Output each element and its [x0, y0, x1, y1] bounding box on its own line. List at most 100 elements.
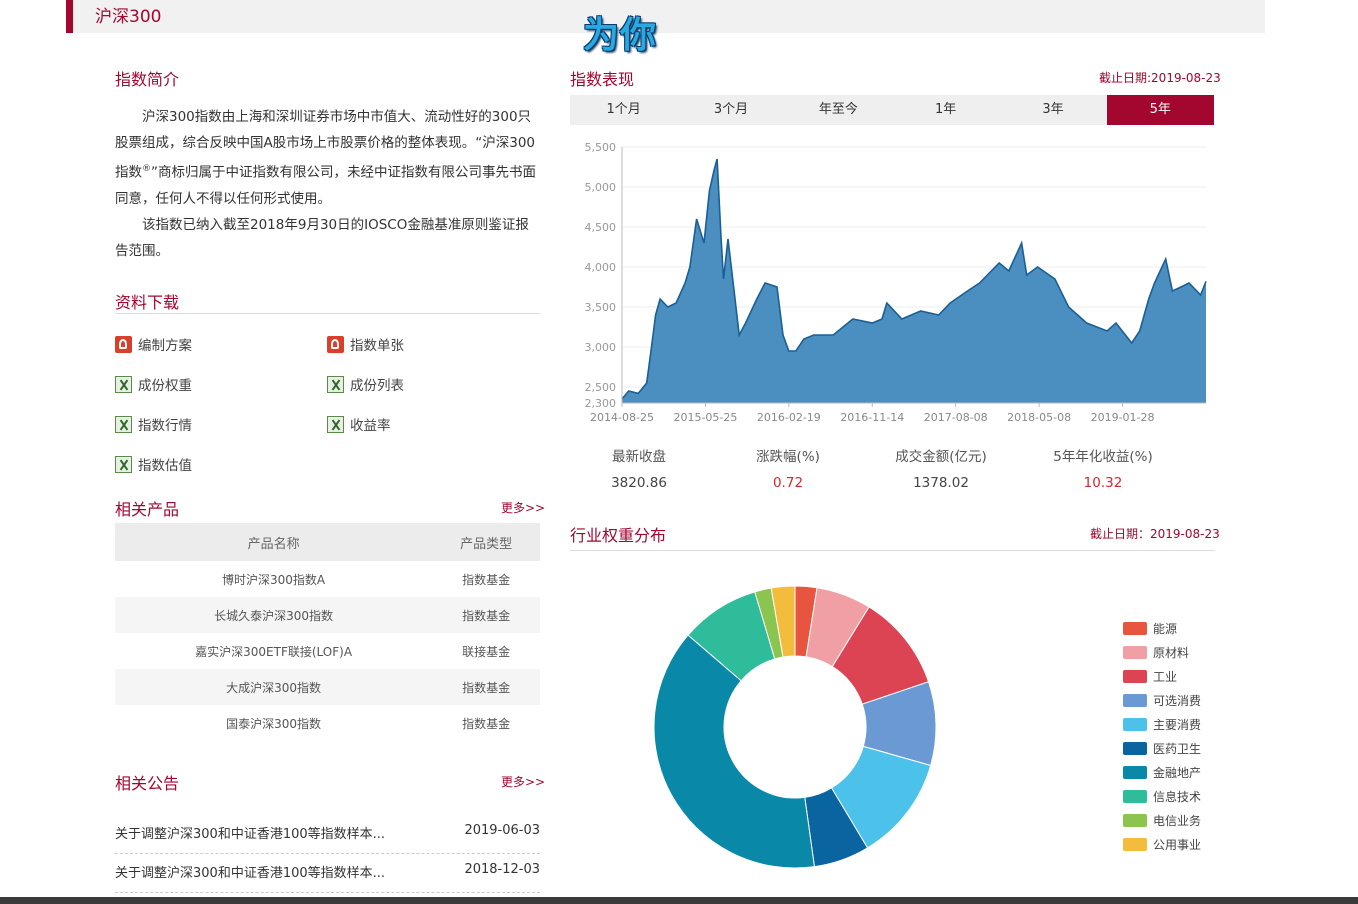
y-tick-label: 2,500: [585, 381, 617, 394]
legend-swatch: [1123, 741, 1147, 755]
announcement-title[interactable]: 关于调整沪深300和中证香港100等指数样本...: [115, 823, 385, 842]
x-tick-label: 2017-08-08: [924, 411, 988, 424]
stat-label: 成交金额(亿元): [895, 449, 987, 465]
legend-item[interactable]: 可选消费: [1123, 688, 1201, 712]
legend-item[interactable]: 医药卫生: [1123, 736, 1201, 760]
stat-label: 涨跌幅(%): [756, 449, 820, 465]
intro-text-1b: ”商标归属于中证指数有限公司，未经中证指数有限公司事先书面同意，任何人不得以任何…: [115, 164, 536, 207]
download-item[interactable]: 指数行情: [115, 414, 192, 434]
index-performance-chart: 2,300 2,500 3,000 3,500 4,000 4,500 5,000 5,500…: [585, 141, 1207, 424]
download-label[interactable]: 收益率: [350, 414, 391, 434]
download-label[interactable]: 成份权重: [138, 374, 192, 394]
legend-label: 电信业务: [1153, 813, 1202, 828]
products-title: 相关产品: [115, 500, 180, 519]
legend-item[interactable]: 电信业务: [1123, 808, 1201, 832]
divider: [570, 550, 1215, 551]
legend-label: 工业: [1153, 669, 1178, 684]
download-item[interactable]: 指数单张: [327, 334, 404, 354]
download-item[interactable]: 指数估值: [115, 454, 192, 474]
excel-icon: [115, 415, 132, 433]
performance-as-of-date: 截止日期:2019-08-23: [1099, 71, 1221, 85]
download-item[interactable]: 编制方案: [115, 334, 192, 354]
pdf-icon: [327, 335, 344, 353]
tab-1-year[interactable]: 1年: [892, 95, 999, 125]
legend-label: 金融地产: [1153, 765, 1202, 780]
legend-swatch: [1123, 645, 1147, 659]
products-more-link[interactable]: 更多>>: [501, 499, 545, 516]
legend-item[interactable]: 工业: [1123, 664, 1201, 688]
announcement-item[interactable]: 关于调整沪深300和中证香港100等指数样本... 2018-12-03: [115, 862, 540, 893]
x-tick-label: 2016-11-14: [840, 411, 904, 424]
tab-3-years[interactable]: 3年: [999, 95, 1106, 125]
stat-latest-close: 最新收盘 3820.86: [564, 445, 714, 491]
x-tick-label: 2018-05-08: [1007, 411, 1071, 424]
tab-ytd[interactable]: 年至今: [785, 95, 892, 125]
excel-icon: [115, 375, 132, 393]
tab-5-years[interactable]: 5年: [1106, 95, 1214, 125]
col-header-name: 产品名称: [115, 523, 433, 561]
announcement-date: 2018-12-03: [464, 862, 540, 877]
tab-1-month[interactable]: 1个月: [570, 95, 677, 125]
table-row[interactable]: 博时沪深300指数A 指数基金: [115, 561, 540, 597]
intro-text-2: 该指数已纳入截至2018年9月30日的IOSCO金融基准原则鉴证报告范围。: [115, 216, 529, 259]
legend-item[interactable]: 信息技术: [1123, 784, 1201, 808]
y-tick-label: 5,500: [585, 141, 617, 154]
legend-label: 可选消费: [1153, 693, 1202, 708]
download-label[interactable]: 指数单张: [350, 334, 404, 354]
legend-swatch: [1123, 765, 1147, 779]
download-label[interactable]: 指数行情: [138, 414, 192, 434]
performance-title: 指数表现: [570, 70, 635, 89]
excel-icon: [327, 415, 344, 433]
y-tick-label: 2,300: [585, 397, 617, 410]
announcement-date: 2019-06-03: [464, 823, 540, 838]
legend-label: 公用事业: [1153, 837, 1202, 852]
announcements-more-link[interactable]: 更多>>: [501, 773, 545, 790]
product-name[interactable]: 博时沪深300指数A: [115, 561, 432, 597]
table-row[interactable]: 嘉实沪深300ETF联接(LOF)A 联接基金: [115, 633, 540, 669]
y-tick-label: 3,500: [585, 301, 617, 314]
legend-label: 医药卫生: [1153, 741, 1202, 756]
industry-legend: 能源 原材料工业可选消费主要消费医药卫生金融地产信息技术电信业务公用事业: [1123, 616, 1201, 856]
y-tick-label: 4,000: [585, 261, 617, 274]
tab-3-months[interactable]: 3个月: [677, 95, 784, 125]
product-type: 指数基金: [462, 716, 511, 731]
announcements-title: 相关公告: [115, 774, 180, 793]
legend-item[interactable]: 金融地产: [1123, 760, 1201, 784]
stat-value: 0.72: [772, 475, 804, 491]
table-row[interactable]: 大成沪深300指数 指数基金: [115, 669, 540, 705]
y-tick-label: 3,000: [585, 341, 617, 354]
product-name[interactable]: 国泰沪深300指数: [115, 705, 432, 741]
announcement-item[interactable]: 关于调整沪深300和中证香港100等指数样本... 2019-06-03: [115, 823, 540, 854]
announcement-title[interactable]: 关于调整沪深300和中证香港100等指数样本...: [115, 862, 385, 881]
y-tick-label: 4,500: [585, 221, 617, 234]
legend-swatch: [1123, 789, 1147, 803]
pdf-icon: [115, 335, 132, 353]
product-name[interactable]: 长城久泰沪深300指数: [115, 597, 433, 633]
legend-item[interactable]: 原材料: [1123, 640, 1201, 664]
legend-item[interactable]: 主要消费: [1123, 712, 1201, 736]
download-label[interactable]: 编制方案: [138, 334, 192, 354]
download-item[interactable]: 收益率: [327, 414, 391, 434]
legend-swatch: [1123, 717, 1147, 731]
legend-swatch: [1123, 621, 1147, 635]
excel-icon: [327, 375, 344, 393]
legend-item[interactable]: 公用事业: [1123, 832, 1201, 856]
table-row[interactable]: 长城久泰沪深300指数 指数基金: [115, 597, 540, 633]
stat-change-pct: 涨跌幅(%) 0.72: [713, 445, 863, 491]
legend-item[interactable]: 能源: [1123, 616, 1201, 640]
download-label[interactable]: 成份列表: [350, 374, 404, 394]
product-name[interactable]: 嘉实沪深300ETF联接(LOF)A: [115, 633, 432, 669]
x-tick-label: 2014-08-25: [590, 411, 654, 424]
products-table-header: 产品名称 产品类型: [115, 523, 540, 561]
x-tick-label: 2016-02-19: [757, 411, 821, 424]
watermark-text: 为你: [583, 15, 658, 56]
product-name[interactable]: 大成沪深300指数: [115, 669, 433, 705]
download-label[interactable]: 指数估值: [138, 454, 192, 474]
stat-value: 10.32: [1083, 475, 1123, 491]
industry-as-of-date: 截止日期：2019-08-23: [1090, 527, 1220, 541]
table-row[interactable]: 国泰沪深300指数 指数基金: [115, 705, 540, 741]
download-item[interactable]: 成份列表: [327, 374, 404, 394]
excel-icon: [115, 455, 132, 473]
stat-turnover: 成交金额(亿元) 1378.02: [866, 445, 1016, 491]
download-item[interactable]: 成份权重: [115, 374, 192, 394]
